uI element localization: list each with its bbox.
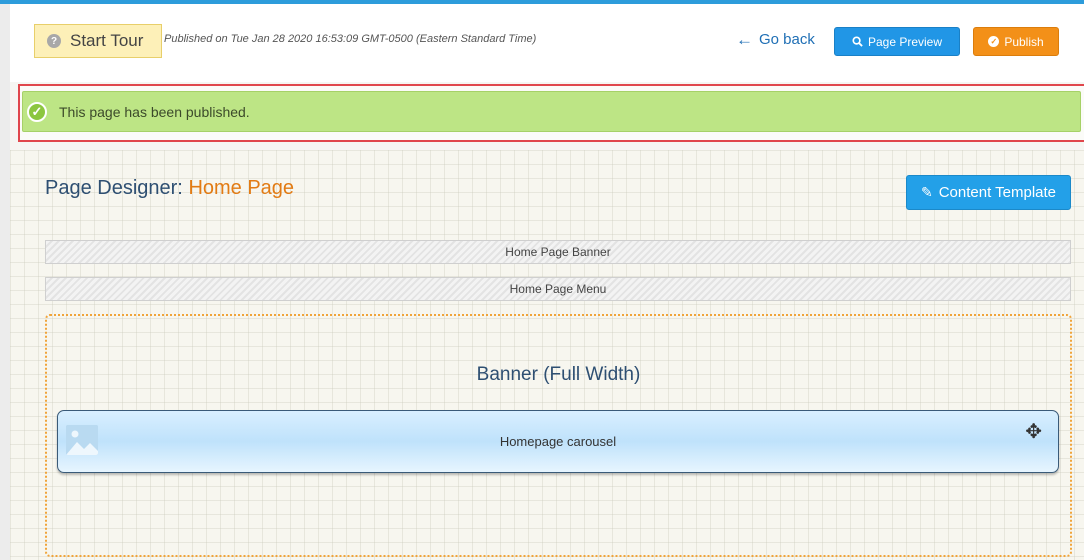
page-title-prefix: Page Designer: — [45, 177, 183, 199]
go-back-label: Go back — [759, 31, 815, 48]
published-timestamp: Published on Tue Jan 28 2020 16:53:09 GM… — [164, 33, 537, 45]
check-circle-icon: ✓ — [988, 36, 1000, 47]
content-template-button[interactable]: ✎ Content Template — [906, 175, 1071, 210]
home-page-menu-bar[interactable]: Home Page Menu — [45, 277, 1071, 301]
page-title: Page Designer: Home Page — [45, 177, 294, 200]
page-preview-label: Page Preview — [867, 34, 943, 49]
content-template-label: Content Template — [938, 184, 1057, 201]
question-icon: ? — [47, 34, 61, 48]
arrow-left-icon: ← — [736, 30, 753, 49]
banner-bar-label: Home Page Banner — [505, 245, 611, 259]
page-title-name: Home Page — [188, 177, 295, 199]
widget-label: Homepage carousel — [499, 434, 617, 449]
publish-label: Publish — [1004, 34, 1044, 49]
image-icon — [66, 425, 98, 455]
start-tour-button[interactable]: ? Start Tour — [34, 24, 162, 58]
search-icon — [852, 36, 863, 47]
pencil-icon: ✎ — [920, 184, 933, 200]
homepage-carousel-widget[interactable]: Homepage carousel ✥ — [57, 410, 1059, 473]
home-page-banner-bar[interactable]: Home Page Banner — [45, 240, 1071, 264]
success-check-icon: ✓ — [27, 101, 47, 122]
notice-message: This page has been published. — [59, 103, 250, 120]
published-notice: ✓ This page has been published. — [22, 91, 1081, 132]
start-tour-label: Start Tour — [70, 31, 144, 50]
menu-bar-label: Home Page Menu — [509, 282, 607, 296]
move-icon[interactable]: ✥ — [1025, 419, 1042, 444]
publish-button[interactable]: ✓ Publish — [973, 27, 1059, 56]
page-preview-button[interactable]: Page Preview — [834, 27, 960, 56]
region-title: Banner (Full Width) — [476, 364, 641, 385]
go-back-link[interactable]: ← Go back — [736, 31, 815, 48]
left-gutter — [0, 4, 10, 560]
